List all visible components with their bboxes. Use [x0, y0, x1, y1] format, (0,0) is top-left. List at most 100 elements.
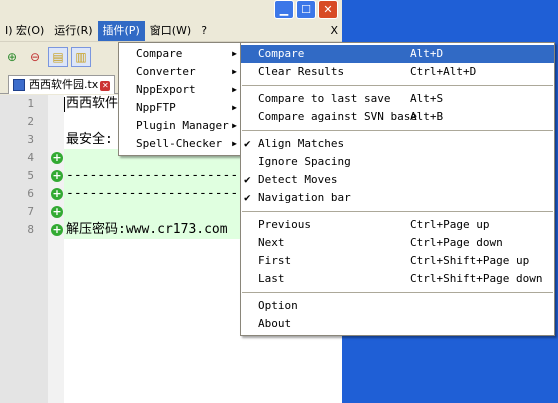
- compare-item-navigation-bar[interactable]: ✔ Navigation bar: [241, 189, 554, 207]
- plugin-item-spell-checker[interactable]: Spell-Checker ▶: [119, 135, 241, 153]
- menu-item-label: Navigation bar: [258, 191, 351, 204]
- save-disk-icon: [13, 79, 25, 91]
- document-tab-label: 西西软件园.tx: [29, 78, 99, 91]
- plugin-item-compare[interactable]: Compare ▶: [119, 45, 241, 63]
- submenu-arrow-icon: ▶: [232, 103, 237, 112]
- added-line-icon: +: [51, 223, 63, 236]
- document-tab[interactable]: 西西软件园.tx ✕: [8, 75, 116, 94]
- added-line-icon: +: [51, 169, 63, 182]
- menu-item-label: Clear Results: [258, 65, 345, 78]
- menu-separator: [242, 85, 553, 86]
- compare-item-next[interactable]: Next Ctrl+Page down: [241, 234, 554, 252]
- tab-close-icon[interactable]: ✕: [100, 81, 111, 91]
- menu-item-label: Compare to last save: [258, 92, 391, 105]
- menu-item-label: Converter: [136, 65, 196, 78]
- compare-item-svn-base[interactable]: Compare against SVN base Alt+B: [241, 108, 554, 126]
- line-text: ------------------------: [66, 168, 254, 183]
- menu-item-label: Last: [258, 272, 285, 285]
- menu-item-shortcut: Alt+S: [410, 92, 444, 105]
- menu-item-shortcut: Ctrl+Alt+D: [410, 65, 477, 78]
- text-caret: [64, 97, 65, 112]
- menu-item-label: NppExport: [136, 83, 196, 96]
- compare-item-ignore-spacing[interactable]: Ignore Spacing: [241, 153, 554, 171]
- submenu-arrow-icon: ▶: [232, 121, 237, 130]
- plugin-item-nppexport[interactable]: NppExport ▶: [119, 81, 241, 99]
- line-number: 2: [27, 115, 34, 128]
- menu-item-shortcut: Ctrl+Shift+Page down: [410, 272, 543, 285]
- submenu-arrow-icon: ▶: [232, 67, 237, 76]
- sync-horizontal-icon[interactable]: ▥: [71, 47, 91, 67]
- menu-item-label: Next: [258, 236, 285, 249]
- compare-item-last-save[interactable]: Compare to last save Alt+S: [241, 90, 554, 108]
- menu-item-shortcut: Ctrl+Shift+Page up: [410, 254, 530, 267]
- maximize-button[interactable]: ☐: [296, 0, 316, 19]
- menu-bar: I) 宏(O) 运行(R) 插件(P) 窗口(W) ? X: [0, 20, 342, 42]
- added-line-icon: +: [51, 205, 63, 218]
- submenu-arrow-icon: ▶: [232, 139, 237, 148]
- menu-item-label: Compare: [136, 47, 183, 60]
- zoom-out-icon[interactable]: ⊖: [25, 47, 45, 67]
- menu-separator: [242, 292, 553, 293]
- submenu-arrow-icon: ▶: [232, 85, 237, 94]
- menu-item-shortcut: Ctrl+Page up: [410, 218, 490, 231]
- line-text: 解压密码:www.cr173.com: [66, 222, 228, 237]
- plugin-item-plugin-manager[interactable]: Plugin Manager ▶: [119, 117, 241, 135]
- menu-item-label: Ignore Spacing: [258, 155, 351, 168]
- menu-item-label: Compare: [258, 47, 305, 60]
- line-number: 3: [27, 133, 34, 146]
- menu-item-shortcut: Alt+D: [410, 47, 444, 60]
- line-text: ------------------------: [66, 186, 254, 201]
- menu-item-label: Compare against SVN base: [258, 110, 417, 123]
- added-line-icon: +: [51, 187, 63, 200]
- menu-window[interactable]: 窗口(W): [145, 21, 196, 41]
- menu-macro[interactable]: I) 宏(O): [0, 21, 49, 41]
- plugin-item-converter[interactable]: Converter ▶: [119, 63, 241, 81]
- window-controls: ▁ ☐ ✕: [274, 0, 338, 20]
- line-number: 4: [27, 151, 34, 164]
- line-number: 1: [27, 97, 34, 110]
- menu-item-label: Option: [258, 299, 298, 312]
- line-number: 8: [27, 223, 34, 236]
- compare-item-align-matches[interactable]: ✔ Align Matches: [241, 135, 554, 153]
- minimize-button[interactable]: ▁: [274, 0, 294, 19]
- menu-run[interactable]: 运行(R): [49, 21, 97, 41]
- menu-separator: [242, 211, 553, 212]
- menu-item-label: Previous: [258, 218, 311, 231]
- zoom-in-icon[interactable]: ⊕: [2, 47, 22, 67]
- compare-item-clear-results[interactable]: Clear Results Ctrl+Alt+D: [241, 63, 554, 81]
- document-close-button[interactable]: X: [325, 21, 342, 41]
- compare-item-first[interactable]: First Ctrl+Shift+Page up: [241, 252, 554, 270]
- menu-item-label: About: [258, 317, 292, 330]
- line-number: 6: [27, 187, 34, 200]
- close-window-button[interactable]: ✕: [318, 0, 338, 19]
- compare-submenu: Compare Alt+D Clear Results Ctrl+Alt+D C…: [240, 42, 555, 336]
- menu-item-label: Spell-Checker: [136, 137, 223, 150]
- menu-item-label: First: [258, 254, 292, 267]
- line-number: 7: [27, 205, 34, 218]
- plugins-dropdown: Compare ▶ Converter ▶ NppExport ▶ NppFTP…: [118, 42, 242, 156]
- menu-item-shortcut: Ctrl+Page down: [410, 236, 503, 249]
- line-number: 5: [27, 169, 34, 182]
- compare-item-option[interactable]: Option: [241, 297, 554, 315]
- checkmark-icon: ✔: [244, 173, 251, 186]
- menu-item-label: NppFTP: [136, 101, 176, 114]
- menu-item-label: Align Matches: [258, 137, 345, 150]
- line-text: 西西软件: [66, 96, 119, 111]
- checkmark-icon: ✔: [244, 137, 251, 150]
- submenu-arrow-icon: ▶: [232, 49, 237, 58]
- menu-item-shortcut: Alt+B: [410, 110, 444, 123]
- menu-plugins[interactable]: 插件(P): [97, 20, 145, 41]
- menu-separator: [242, 130, 553, 131]
- menu-help[interactable]: ?: [196, 21, 212, 41]
- sync-vertical-icon[interactable]: ▤: [48, 47, 68, 67]
- compare-item-last[interactable]: Last Ctrl+Shift+Page down: [241, 270, 554, 288]
- menu-item-label: Detect Moves: [258, 173, 338, 186]
- line-text: 最安全:: [66, 132, 113, 147]
- checkmark-icon: ✔: [244, 191, 251, 204]
- compare-item-previous[interactable]: Previous Ctrl+Page up: [241, 216, 554, 234]
- plugin-item-nppftp[interactable]: NppFTP ▶: [119, 99, 241, 117]
- menu-item-label: Plugin Manager: [136, 119, 229, 132]
- compare-item-compare[interactable]: Compare Alt+D: [241, 45, 554, 63]
- compare-item-about[interactable]: About: [241, 315, 554, 333]
- compare-item-detect-moves[interactable]: ✔ Detect Moves: [241, 171, 554, 189]
